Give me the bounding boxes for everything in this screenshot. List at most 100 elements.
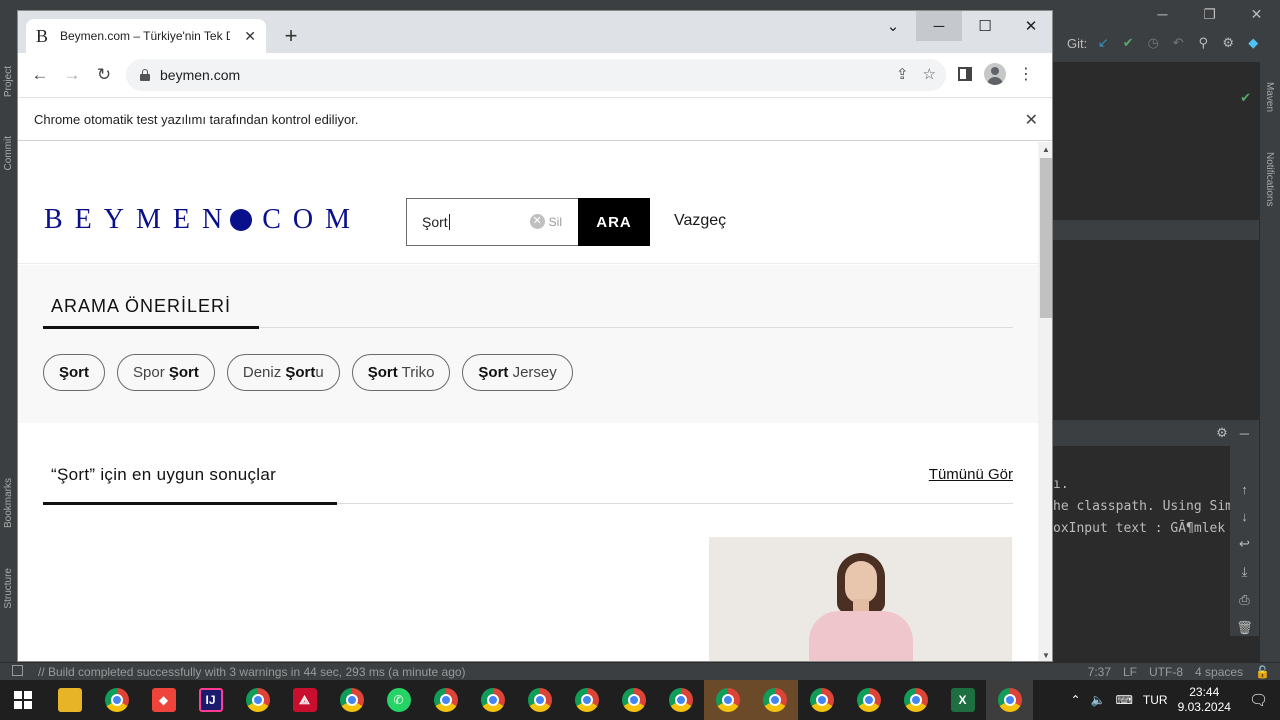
suggestion-chip[interactable]: Spor Şort: [117, 354, 215, 391]
new-tab-button[interactable]: +: [278, 23, 304, 49]
git-commit-icon[interactable]: ✔: [1119, 34, 1137, 52]
side-panel-icon[interactable]: [958, 67, 972, 81]
search-everywhere-icon[interactable]: ⚲: [1194, 34, 1212, 52]
print-icon[interactable]: ⎙: [1239, 592, 1249, 608]
page-viewport: BEYMEN COM Şort ✕ Sil ARA Vazgeç ARAMA Ö…: [18, 142, 1038, 661]
product-image[interactable]: [709, 537, 1012, 661]
infobar-close-icon[interactable]: ✕: [1025, 110, 1038, 130]
minimize-button[interactable]: ─: [916, 11, 962, 41]
taskbar-chrome[interactable]: [610, 680, 657, 720]
taskbar-chrome[interactable]: [469, 680, 516, 720]
tool-window-bookmarks[interactable]: Bookmarks: [3, 478, 14, 528]
git-rollback-icon[interactable]: ↶: [1169, 34, 1187, 52]
reload-icon[interactable]: ↻: [92, 63, 116, 87]
tool-window-notifications[interactable]: Notifications: [1264, 152, 1275, 206]
suggestion-chip[interactable]: Deniz Şort u: [226, 354, 340, 391]
file-encoding[interactable]: UTF-8: [1149, 665, 1183, 679]
tray-overflow-icon[interactable]: ⌃: [1071, 693, 1081, 707]
settings-icon[interactable]: ⚙: [1219, 34, 1237, 52]
notification-center-icon[interactable]: 🗨: [1249, 691, 1268, 709]
profile-avatar-icon[interactable]: [984, 63, 1006, 85]
chip-text: Spor: [133, 364, 169, 381]
scroll-up-arrow-icon[interactable]: ▲: [1042, 145, 1050, 154]
forward-icon[interactable]: →: [60, 63, 84, 87]
back-icon[interactable]: ←: [28, 63, 52, 87]
git-history-icon[interactable]: ◷: [1144, 34, 1162, 52]
suggestion-chip[interactable]: Şort Triko: [351, 354, 451, 391]
tab-close-icon[interactable]: ✕: [244, 28, 256, 45]
start-button[interactable]: [0, 680, 46, 720]
taskbar-chrome-active[interactable]: [986, 680, 1033, 720]
soft-wrap-icon[interactable]: ↩: [1239, 536, 1250, 552]
build-status-message[interactable]: // Build completed successfully with 3 w…: [38, 665, 466, 679]
scroll-up-icon[interactable]: ↑: [1241, 482, 1248, 497]
suggestion-chip[interactable]: Şort Jersey: [462, 354, 573, 391]
clear-search-button[interactable]: ✕ Sil: [529, 214, 562, 229]
address-bar[interactable]: beymen.com ⇪ ☆: [126, 59, 946, 91]
excel-icon: X: [950, 688, 975, 712]
suggestion-chip[interactable]: Şort: [43, 354, 105, 391]
taskbar-intellij[interactable]: IJ: [187, 680, 234, 720]
input-language[interactable]: TUR: [1143, 693, 1168, 707]
taskbar-excel[interactable]: X: [939, 680, 986, 720]
bookmark-star-icon[interactable]: ☆: [923, 65, 936, 83]
close-window-button[interactable]: ✕: [1008, 11, 1052, 41]
taskbar-chrome[interactable]: [93, 680, 140, 720]
tool-window-maven[interactable]: Maven: [1264, 82, 1275, 112]
taskbar-chrome[interactable]: [657, 680, 704, 720]
readonly-lock-icon[interactable]: 🔓: [1255, 665, 1270, 679]
see-all-link[interactable]: Tümünü Gör: [929, 466, 1013, 483]
beymen-logo[interactable]: BEYMEN COM: [44, 204, 362, 236]
url-text: beymen.com: [160, 67, 241, 83]
search-submit-button[interactable]: ARA: [578, 198, 650, 246]
taskbar-file-explorer[interactable]: [46, 680, 93, 720]
line-separator[interactable]: LF: [1123, 665, 1137, 679]
taskbar-whatsapp[interactable]: ✆: [375, 680, 422, 720]
taskbar-chrome[interactable]: [563, 680, 610, 720]
scroll-down-arrow-icon[interactable]: ▼: [1042, 651, 1050, 660]
taskbar-anydesk[interactable]: ◆: [140, 680, 187, 720]
taskbar-chrome[interactable]: [845, 680, 892, 720]
taskbar-chrome[interactable]: [516, 680, 563, 720]
scroll-down-icon[interactable]: ↓: [1241, 509, 1248, 524]
clock[interactable]: 23:44 9.03.2024: [1178, 685, 1231, 715]
ide-close-button[interactable]: ✕: [1233, 0, 1280, 28]
search-input[interactable]: Şort ✕ Sil: [406, 198, 578, 246]
page-scrollbar[interactable]: ▲ ▼: [1038, 142, 1052, 661]
scrollbar-thumb[interactable]: [1040, 158, 1052, 318]
status-toggle-icon[interactable]: [12, 665, 23, 676]
taskbar-acrobat[interactable]: ⟁: [281, 680, 328, 720]
taskbar-chrome[interactable]: [422, 680, 469, 720]
tab-beymen[interactable]: B Beymen.com – Türkiye'nin Tek D ✕: [26, 19, 266, 53]
maximize-button[interactable]: ☐: [962, 11, 1008, 41]
ide-minimize-button[interactable]: ─: [1139, 0, 1186, 28]
volume-icon[interactable]: 🔈: [1091, 693, 1106, 707]
clear-all-icon[interactable]: 🗑: [1236, 620, 1253, 636]
caret-position[interactable]: 7:37: [1088, 665, 1111, 679]
cancel-search-link[interactable]: Vazgeç: [674, 212, 726, 230]
tool-window-structure[interactable]: Structure: [3, 568, 14, 609]
taskbar-chrome[interactable]: [798, 680, 845, 720]
tool-window-project[interactable]: Project: [3, 66, 14, 97]
run-hide-icon[interactable]: ─: [1240, 426, 1249, 441]
clock-date: 9.03.2024: [1177, 700, 1231, 714]
jetbrains-ai-icon[interactable]: ◆: [1244, 34, 1262, 52]
scroll-to-end-icon[interactable]: ⤓: [1242, 564, 1248, 580]
tool-window-commit[interactable]: Commit: [3, 136, 14, 170]
ide-restore-button[interactable]: ❐: [1186, 0, 1233, 28]
menu-kebab-icon[interactable]: ⋮: [1018, 64, 1034, 84]
keyboard-icon[interactable]: ⌨: [1116, 693, 1133, 707]
taskbar-chrome[interactable]: [328, 680, 375, 720]
run-console[interactable]: ı. he classpath. Using Sim oxInput text : …: [1053, 446, 1230, 636]
taskbar-chrome-flashing[interactable]: [751, 680, 798, 720]
share-icon[interactable]: ⇪: [896, 65, 909, 83]
taskbar-chrome[interactable]: [234, 680, 281, 720]
indent-setting[interactable]: 4 spaces: [1195, 665, 1243, 679]
lock-icon[interactable]: [140, 69, 150, 81]
taskbar-chrome[interactable]: [892, 680, 939, 720]
git-label: Git:: [1067, 35, 1088, 51]
taskbar-chrome-flashing[interactable]: [704, 680, 751, 720]
tab-search-icon[interactable]: ⌄: [870, 11, 916, 41]
git-update-icon[interactable]: ↙: [1094, 34, 1112, 52]
run-settings-icon[interactable]: ⚙: [1216, 425, 1228, 441]
